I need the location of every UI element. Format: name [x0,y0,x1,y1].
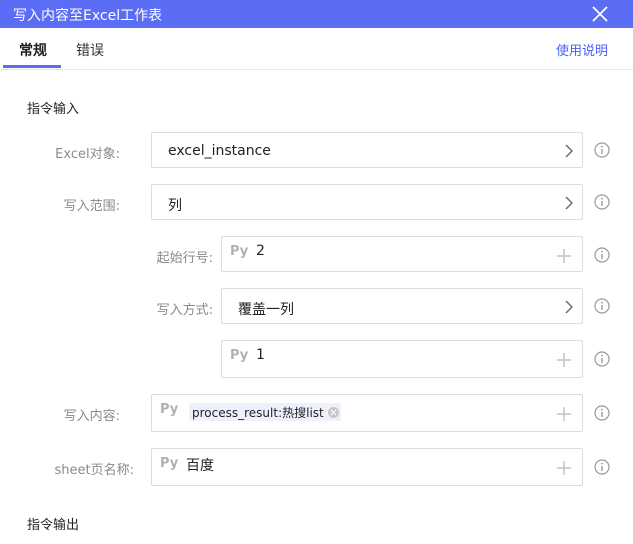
tab-general[interactable]: 常规 [19,40,47,60]
chevron-right-icon [565,196,573,210]
write-content-label: 写入内容: [63,409,120,424]
excel-object-label: Excel对象: [55,147,120,162]
write-range-select[interactable]: 列 [151,184,583,220]
info-icon[interactable] [594,459,610,475]
info-icon[interactable] [594,298,610,314]
excel-object-select[interactable]: excel_instance [151,132,583,168]
start-row-input[interactable]: Py 2 [221,236,583,272]
write-mode-value: 覆盖一列 [238,302,294,318]
tab-bar: 常规 错误 使用说明 [0,28,633,70]
python-mode-badge: Py [160,402,179,417]
chevron-right-icon [565,144,573,158]
window-titlebar: 写入内容至Excel工作表 [0,0,633,28]
info-icon[interactable] [594,142,610,158]
chevron-right-icon [565,300,573,314]
column-index-input[interactable]: Py 1 [221,340,583,378]
write-mode-select[interactable]: 覆盖一列 [221,288,583,324]
plus-icon[interactable] [556,460,572,476]
write-content-input[interactable]: Py process_result:热搜list [151,394,583,432]
python-mode-badge: Py [230,244,249,259]
window-title: 写入内容至Excel工作表 [13,8,163,24]
write-mode-label: 写入方式: [156,303,213,318]
plus-icon[interactable] [556,248,572,264]
write-range-value: 列 [168,198,182,214]
plus-icon[interactable] [556,352,572,368]
column-index-value: 1 [256,347,265,363]
section-title-output: 指令输出 [27,518,80,533]
active-tab-indicator [3,65,61,68]
python-mode-badge: Py [230,348,249,363]
python-mode-badge: Py [160,456,179,471]
help-link[interactable]: 使用说明 [556,40,608,59]
plus-icon[interactable] [556,406,572,422]
remove-chip-icon[interactable] [327,406,339,418]
tab-error[interactable]: 错误 [76,40,104,60]
start-row-label: 起始行号: [156,251,213,266]
sheet-name-label: sheet页名称: [54,463,135,478]
variable-chip-label: process_result:热搜list [192,405,324,420]
info-icon[interactable] [594,194,610,210]
excel-object-value: excel_instance [168,143,271,159]
write-range-label: 写入范围: [63,199,120,214]
info-icon[interactable] [594,405,610,421]
sheet-name-value: 百度 [186,458,214,474]
info-icon[interactable] [594,247,610,263]
sheet-name-input[interactable]: Py 百度 [151,448,583,486]
info-icon[interactable] [594,351,610,367]
close-icon[interactable] [589,3,611,25]
section-title-input: 指令输入 [27,102,80,117]
start-row-value: 2 [256,243,265,259]
variable-chip[interactable]: process_result:热搜list [189,403,341,421]
